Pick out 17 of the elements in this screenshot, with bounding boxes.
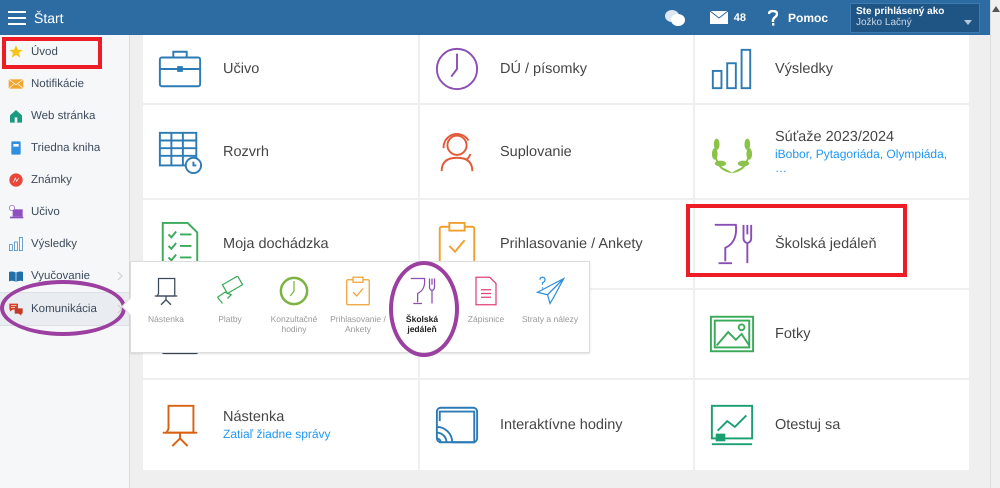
tile-title: DÚ / písomky [500, 61, 588, 77]
tile-title: Školská jedáleň [775, 236, 877, 252]
tile-title: Suplovanie [500, 144, 572, 160]
tile-title: Otestuj sa [775, 417, 840, 433]
tile-title: Fotky [775, 326, 810, 342]
tile-title: Súťaže 2023/2024 [775, 128, 896, 144]
page-title: Štart [34, 10, 64, 26]
tile-title: Rozvrh [223, 144, 269, 160]
tile-title: Nástenka [223, 409, 286, 425]
tile-title: Moja dochádzka [223, 236, 329, 252]
tile-subtitle: Zatiaľ žiadne správy [223, 427, 331, 441]
tile-title: Výsledky [775, 61, 834, 77]
tile-title: Učivo [223, 61, 260, 77]
tile-subtitle: iBobor, Pytagoriáda, Olympiáda, … [775, 146, 948, 174]
tile-title: Interaktívne hodiny [500, 417, 623, 433]
tile-title: Prihlasovanie / Ankety [500, 236, 643, 252]
message-count: 48 [734, 12, 746, 24]
